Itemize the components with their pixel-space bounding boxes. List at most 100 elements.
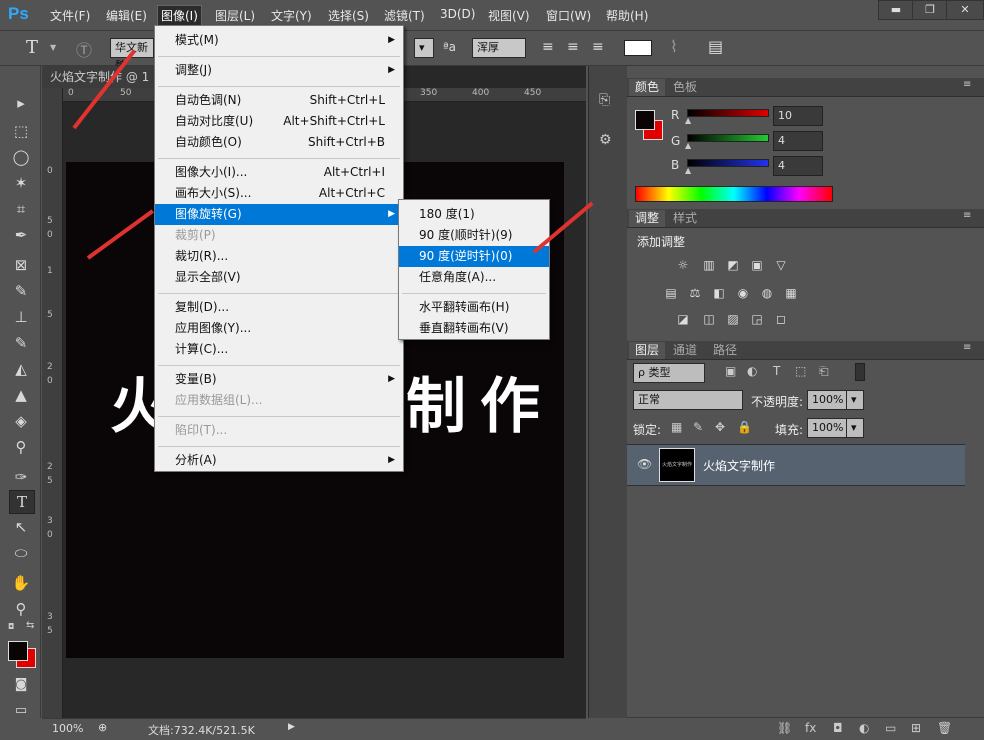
filter-shape-icon[interactable]: ⬚ [795,364,806,378]
tab-channels[interactable]: 通道 [667,342,703,359]
lock-all-icon[interactable]: 🔒 [737,420,752,434]
panel-menu-icon[interactable]: ≡ [963,342,971,353]
filter-adjust-icon[interactable]: ◐ [747,364,757,378]
brush-tool-icon[interactable]: ✎ [9,280,33,302]
layer-filter-select[interactable]: ρ 类型 [633,363,705,383]
tab-adjustments[interactable]: 调整 [629,210,666,227]
clone-stamp-tool-icon[interactable]: ⊥ [9,306,33,328]
swap-colors-icon[interactable]: ⇆ [26,620,34,631]
gradient-map-icon[interactable]: ◻ [773,312,789,326]
font-size-dropdown[interactable]: ▾ [414,38,434,58]
menu-edit[interactable]: 编辑(E) [106,7,147,24]
menu-item[interactable]: 显示全部(V) [155,267,403,288]
color-fg-swatch[interactable] [635,110,655,130]
panel-menu-icon[interactable]: ≡ [963,79,971,90]
blend-mode-select[interactable]: 正常 [633,390,743,410]
slider-handle-icon[interactable]: ▲ [685,141,691,150]
menu-select[interactable]: 选择(S) [328,7,369,24]
fill-dropdown[interactable]: ▾ [846,418,864,438]
brightness-contrast-icon[interactable]: ☼ [675,258,691,272]
menu-layer[interactable]: 图层(L) [215,7,255,24]
lock-position-icon[interactable]: ✥ [715,420,725,434]
opacity-dropdown[interactable]: ▾ [846,390,864,410]
delete-layer-icon[interactable]: 🗑 [937,721,952,735]
threshold-icon[interactable]: ▨ [725,312,741,326]
layer-row[interactable]: 👁 火焰文字制作 火焰文字制作 [627,444,965,486]
menu-item[interactable]: 自动颜色(O) Shift+Ctrl+B [155,132,403,153]
channel-mixer-icon[interactable]: ◍ [759,286,775,300]
filter-toggle[interactable] [855,363,865,381]
filter-smart-icon[interactable]: ⎗ [819,364,829,379]
crop-tool-icon[interactable]: ⌗ [9,198,33,220]
menu-item[interactable]: 90 度(顺时针)(9) [399,225,549,246]
path-selection-tool-icon[interactable]: ↖ [9,516,33,538]
menu-item[interactable]: 分析(A) ▶ [155,450,403,471]
menu-item[interactable]: 任意角度(A)... [399,267,549,288]
menu-item[interactable]: 计算(C)... [155,339,403,360]
screen-mode-icon[interactable]: ▭ [9,700,33,722]
menu-item[interactable]: 裁切(R)... [155,246,403,267]
menu-item[interactable]: 自动对比度(U) Alt+Shift+Ctrl+L [155,111,403,132]
menu-item[interactable]: 应用图像(Y)... [155,318,403,339]
tab-layers[interactable]: 图层 [629,342,666,359]
layer-style-icon[interactable]: fx [805,721,816,735]
menu-filter[interactable]: 滤镜(T) [384,7,425,24]
menu-view[interactable]: 视图(V) [488,7,530,24]
tab-paths[interactable]: 路径 [707,342,743,359]
menu-help[interactable]: 帮助(H) [606,7,648,24]
new-layer-icon[interactable]: ⊞ [911,721,921,735]
healing-brush-tool-icon[interactable]: ⊠ [9,254,33,276]
menu-item[interactable]: 图像大小(I)... Alt+Ctrl+I [155,162,403,183]
status-menu-arrow-icon[interactable]: ▶ [288,722,295,732]
menu-item[interactable]: 画布大小(S)... Alt+Ctrl+C [155,183,403,204]
lock-transparent-icon[interactable]: ▦ [671,420,682,434]
menu-item[interactable]: 180 度(1) [399,204,549,225]
type-tool-icon[interactable]: T [9,490,35,514]
tab-styles[interactable]: 样式 [667,210,703,227]
dodge-tool-icon[interactable]: ⚲ [9,436,33,458]
blue-slider[interactable] [687,159,769,167]
magic-wand-tool-icon[interactable]: ✶ [9,172,33,194]
maximize-icon[interactable]: ❐ [912,0,948,20]
menu-3d[interactable]: 3D(D) [440,7,475,21]
red-slider[interactable] [687,109,769,117]
tab-color[interactable]: 颜色 [629,79,666,96]
layer-visibility-eye-icon[interactable]: 👁 [637,457,652,471]
blue-value-input[interactable]: 4 [773,156,823,176]
anti-alias-select[interactable]: 浑厚 [472,38,526,58]
menu-item[interactable]: 模式(M) ▶ [155,30,403,51]
hue-saturation-icon[interactable]: ▤ [663,286,679,300]
curves-icon[interactable]: ◩ [725,258,741,272]
marquee-tool-icon[interactable]: ⬚ [9,120,33,142]
history-brush-tool-icon[interactable]: ✎ [9,332,33,354]
warp-text-icon[interactable]: ⌇ [670,37,678,56]
quick-mask-icon[interactable]: ◙ [9,674,33,696]
selective-color-icon[interactable]: ◲ [749,312,765,326]
menu-item[interactable]: 复制(D)... [155,297,403,318]
opacity-input[interactable]: 100% [807,390,847,410]
eraser-tool-icon[interactable]: ◭ [9,358,33,380]
ellipse-tool-icon[interactable]: ⬭ [9,542,33,564]
hand-tool-icon[interactable]: ✋ [9,572,33,594]
layer-name[interactable]: 火焰文字制作 [703,457,775,474]
pen-tool-icon[interactable]: ✑ [9,466,33,488]
chevron-down-icon[interactable]: ▼ [50,43,56,52]
filter-pixel-icon[interactable]: ▣ [725,364,736,378]
panel-menu-icon[interactable]: ≡ [963,210,971,221]
close-icon[interactable]: ✕ [946,0,984,20]
red-value-input[interactable]: 10 [773,106,823,126]
color-lookup-icon[interactable]: ▦ [783,286,799,300]
menu-file[interactable]: 文件(F) [50,7,90,24]
move-tool-icon[interactable]: ▸ [9,92,33,114]
menu-item[interactable]: 图像旋转(G) ▶ [155,204,403,225]
menu-item[interactable]: 自动色调(N) Shift+Ctrl+L [155,90,403,111]
photo-filter-icon[interactable]: ◉ [735,286,751,300]
link-layers-icon[interactable]: ⛓ [777,721,792,735]
align-center-icon[interactable]: ≡ [567,39,579,55]
zoom-tool-icon[interactable]: ⚲ [9,598,33,620]
paint-bucket-tool-icon[interactable]: ▲ [9,384,33,406]
color-spectrum-bar[interactable] [635,186,833,202]
black-white-icon[interactable]: ◧ [711,286,727,300]
invert-icon[interactable]: ◪ [675,312,691,326]
menu-item[interactable]: 垂直翻转画布(V) [399,318,549,339]
